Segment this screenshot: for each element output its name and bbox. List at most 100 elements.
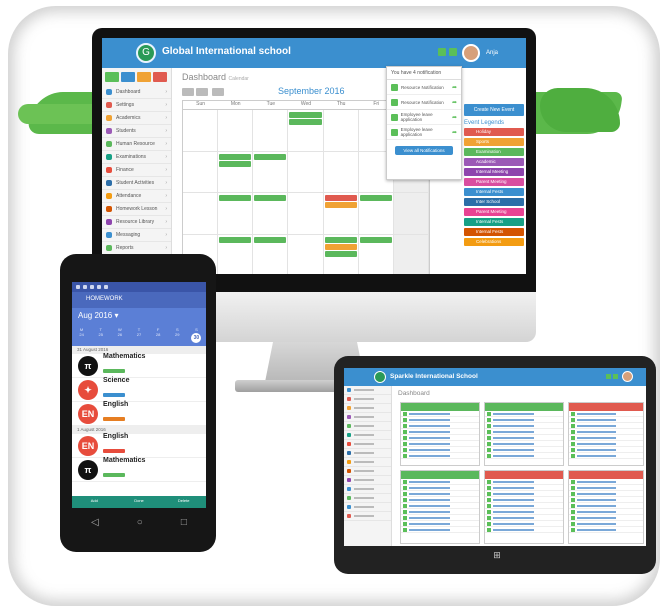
- legend-item[interactable]: Examination: [464, 148, 524, 156]
- sidebar-item[interactable]: Homework Lesson ›: [102, 203, 171, 216]
- legend-item[interactable]: Sports: [464, 138, 524, 146]
- calendar-event[interactable]: [324, 243, 357, 250]
- legend-item[interactable]: Academic: [464, 158, 524, 166]
- notification-item[interactable]: Resource Notification ➦: [387, 80, 461, 95]
- sidebar-item[interactable]: Messaging ›: [102, 229, 171, 242]
- homework-item[interactable]: EN English: [72, 433, 206, 458]
- sidebar-item[interactable]: Human Resource ›: [102, 138, 171, 151]
- sidebar-item[interactable]: [344, 503, 391, 512]
- legend-item[interactable]: Internal Fests: [464, 228, 524, 236]
- sidebar-item[interactable]: [344, 512, 391, 521]
- calendar-event[interactable]: [324, 250, 357, 257]
- sidebar-item[interactable]: [344, 422, 391, 431]
- legend-item[interactable]: Internal Fests: [464, 218, 524, 226]
- sidebar-item[interactable]: [344, 476, 391, 485]
- calendar-event[interactable]: [219, 236, 252, 243]
- calendar-day-cell[interactable]: [288, 234, 324, 274]
- calendar-event[interactable]: [254, 236, 287, 243]
- legend-item[interactable]: Parent Meeting: [464, 178, 524, 186]
- bottom-tab[interactable]: Add: [72, 496, 117, 508]
- sidebar-item[interactable]: [344, 449, 391, 458]
- calendar-day-cell[interactable]: [253, 193, 289, 235]
- calendar-event[interactable]: [254, 195, 287, 201]
- notification-item[interactable]: Resource Notification ➦: [387, 95, 461, 110]
- calendar-day-cell[interactable]: [183, 193, 219, 235]
- calendar-event[interactable]: [219, 153, 252, 160]
- sidebar-item[interactable]: [344, 386, 391, 395]
- day-cell[interactable]: W 26: [110, 324, 129, 346]
- calendar-day-cell[interactable]: [288, 193, 324, 235]
- windows-icon[interactable]: ⊞: [492, 550, 502, 560]
- user-icon[interactable]: [121, 72, 135, 82]
- sidebar-item[interactable]: Finance ›: [102, 164, 171, 177]
- sidebar-item[interactable]: Academics ›: [102, 112, 171, 125]
- sidebar-item[interactable]: Dashboard ›: [102, 86, 171, 99]
- day-cell[interactable]: S 30: [187, 324, 206, 346]
- sidebar-item[interactable]: [344, 467, 391, 476]
- back-icon[interactable]: ◁: [91, 517, 99, 528]
- legend-item[interactable]: Internal Fests: [464, 188, 524, 196]
- calendar-day-cell[interactable]: [253, 110, 289, 152]
- calendar-event[interactable]: [324, 202, 357, 208]
- mail-icon[interactable]: [606, 374, 611, 379]
- calendar-event[interactable]: [289, 112, 322, 118]
- calendar-day-cell[interactable]: [183, 151, 219, 193]
- calendar-event[interactable]: [254, 153, 287, 160]
- mail-icon[interactable]: [438, 48, 446, 56]
- calendar-day-cell[interactable]: [393, 193, 429, 235]
- calendar-day-cell[interactable]: [183, 110, 219, 152]
- user-name[interactable]: Anja: [486, 50, 498, 56]
- calendar-event[interactable]: [324, 236, 357, 243]
- calendar-event[interactable]: [359, 195, 392, 201]
- create-new-event-button[interactable]: Create New Event: [464, 104, 524, 116]
- sidebar-item[interactable]: [344, 413, 391, 422]
- calendar-day-cell[interactable]: [288, 110, 324, 152]
- next-month-button[interactable]: [196, 88, 208, 96]
- sidebar-item[interactable]: Attendance ›: [102, 190, 171, 203]
- day-cell[interactable]: S 29: [168, 324, 187, 346]
- calendar-day-cell[interactable]: [359, 234, 394, 274]
- view-all-notifications-button[interactable]: View all Notifications: [395, 146, 453, 155]
- sidebar-item[interactable]: [344, 395, 391, 404]
- day-cell[interactable]: T 25: [91, 324, 110, 346]
- recents-icon[interactable]: □: [181, 517, 187, 528]
- sidebar-item[interactable]: Examinations ›: [102, 151, 171, 164]
- bell-icon[interactable]: [449, 48, 457, 56]
- avatar[interactable]: [462, 44, 480, 62]
- homework-item[interactable]: π Mathematics: [72, 353, 206, 378]
- today-button[interactable]: [212, 88, 224, 96]
- sidebar-item[interactable]: [344, 485, 391, 494]
- legend-item[interactable]: Celebrations: [464, 238, 524, 246]
- calendar-day-cell[interactable]: [218, 234, 254, 274]
- toolbar-icons[interactable]: [606, 374, 618, 379]
- sidebar-item[interactable]: [344, 440, 391, 449]
- homework-item[interactable]: π Mathematics: [72, 457, 206, 482]
- notification-item[interactable]: Employee leave application ➦: [387, 110, 461, 125]
- avatar[interactable]: [622, 371, 633, 382]
- calendar-day-cell[interactable]: [218, 193, 254, 235]
- toolbar-icons[interactable]: [438, 48, 457, 56]
- day-cell[interactable]: M 24: [72, 324, 91, 346]
- calendar-day-cell[interactable]: [323, 151, 359, 193]
- calendar-day-cell[interactable]: [218, 151, 254, 193]
- legend-item[interactable]: Internal Meeting: [464, 168, 524, 176]
- legend-item[interactable]: Holiday: [464, 128, 524, 136]
- calendar-day-cell[interactable]: [323, 193, 359, 235]
- calendar-day-cell[interactable]: [253, 151, 289, 193]
- calendar-day-cell[interactable]: [288, 151, 324, 193]
- homework-item[interactable]: EN English: [72, 401, 206, 426]
- home-icon[interactable]: ○: [137, 517, 143, 528]
- month-selector[interactable]: Aug 2016 ▾: [72, 308, 206, 324]
- legend-item[interactable]: Parent Meeting: [464, 208, 524, 216]
- calendar-day-cell[interactable]: [323, 110, 359, 152]
- bell-icon[interactable]: [613, 374, 618, 379]
- prev-month-button[interactable]: [182, 88, 194, 96]
- calendar-day-cell[interactable]: [393, 234, 429, 274]
- sidebar-item[interactable]: [344, 404, 391, 413]
- month-label[interactable]: Aug 2016 ▾: [78, 311, 119, 320]
- sidebar-item[interactable]: [344, 458, 391, 467]
- homework-item[interactable]: ✦ Science: [72, 377, 206, 402]
- calendar-day-cell[interactable]: [358, 193, 394, 235]
- calendar-day-cell[interactable]: [218, 110, 254, 152]
- pencil-icon[interactable]: [137, 72, 151, 82]
